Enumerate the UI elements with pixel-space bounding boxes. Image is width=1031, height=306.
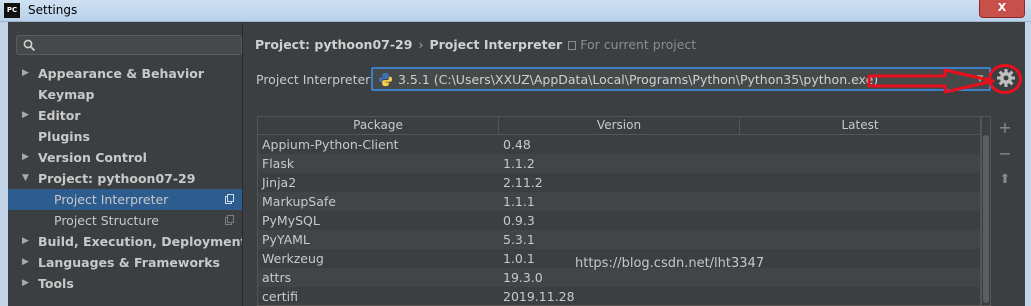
scrollbar-thumb[interactable] (983, 135, 989, 303)
window-title-bar: PC Settings X (0, 0, 1031, 22)
settings-search-input[interactable] (16, 35, 242, 55)
sidebar-item-languages-frameworks[interactable]: ▶ Languages & Frameworks (8, 252, 242, 273)
breadcrumb-page: Project Interpreter (429, 37, 563, 52)
interpreter-value: 3.5.1 (C:\Users\XXUZ\AppData\Local\Progr… (398, 72, 879, 87)
sidebar-item-label: Tools (38, 276, 74, 291)
table-row[interactable]: Appium-Python-Client 0.48 (258, 135, 980, 154)
package-name: MarkupSafe (262, 194, 336, 209)
column-header-package[interactable]: Package (258, 117, 499, 134)
package-name: attrs (262, 270, 292, 285)
watermark-text: https://blog.csdn.net/lht3347 (575, 256, 765, 271)
package-version: 5.3.1 (503, 232, 535, 247)
sidebar-item-label: Project Structure (54, 213, 159, 228)
upgrade-package-button[interactable]: ⬆ (997, 172, 1013, 188)
sidebar-item-label: Languages & Frameworks (38, 255, 220, 270)
window-frame-left (0, 22, 8, 306)
python-icon (378, 72, 393, 87)
sidebar-item-version-control[interactable]: ▶ Version Control (8, 147, 242, 168)
annotation-circle (988, 64, 1022, 94)
scope-note: For current project (568, 37, 696, 52)
package-version: 0.48 (503, 137, 531, 152)
expand-arrow-icon: ▶ (22, 236, 29, 246)
packages-table: Package Version Latest Appium-Python-Cli… (257, 116, 981, 306)
package-version: 19.3.0 (503, 270, 543, 285)
breadcrumb-separator: › (418, 37, 424, 52)
package-version: 2.11.2 (503, 175, 543, 190)
table-row[interactable]: certifi 2019.11.28 (258, 287, 980, 306)
window-close-button[interactable]: X (979, 0, 1025, 18)
interpreter-label: Project Interpreter: (256, 72, 375, 87)
sidebar-item-keymap[interactable]: Keymap (8, 84, 242, 105)
collapse-arrow-icon: ▼ (22, 173, 29, 183)
sidebar-item-label: Plugins (38, 129, 90, 144)
package-version: 2019.11.28 (503, 289, 575, 304)
expand-arrow-icon: ▶ (22, 68, 29, 78)
breadcrumb: Project: pythoon07-29 › Project Interprete… (255, 37, 696, 52)
package-version: 0.9.3 (503, 213, 535, 228)
settings-sidebar: ▶ Appearance & Behavior Keymap ▶ Editor … (8, 22, 246, 306)
window-frame-right (1025, 22, 1031, 306)
table-row[interactable]: PyMySQL 0.9.3 (258, 211, 980, 230)
sidebar-item-tools[interactable]: ▶ Tools (8, 273, 242, 294)
sidebar-item-label: Editor (38, 108, 81, 123)
search-icon (23, 39, 36, 52)
package-name: PyYAML (262, 232, 310, 247)
project-scope-icon (225, 215, 234, 225)
sidebar-item-build-execution-deployment[interactable]: ▶ Build, Execution, Deployment (8, 231, 246, 252)
expand-arrow-icon: ▶ (22, 257, 29, 267)
package-version: 1.1.1 (503, 194, 535, 209)
remove-package-button[interactable]: − (997, 146, 1013, 162)
sidebar-item-project-structure[interactable]: Project Structure (8, 210, 242, 231)
package-name: Jinja2 (262, 175, 297, 190)
project-scope-icon (568, 41, 577, 50)
sidebar-item-label: Project: pythoon07-29 (38, 171, 196, 186)
expand-arrow-icon: ▶ (22, 278, 29, 288)
package-version: 1.0.1 (503, 251, 535, 266)
pycharm-app-icon: PC (4, 3, 20, 18)
expand-arrow-icon: ▶ (22, 152, 29, 162)
window-title: Settings (28, 3, 78, 17)
breadcrumb-project: Project: pythoon07-29 (255, 37, 413, 52)
sidebar-item-project[interactable]: ▼ Project: pythoon07-29 (8, 168, 242, 189)
add-package-button[interactable]: + (997, 120, 1013, 136)
scope-note-text: For current project (580, 37, 697, 52)
table-row[interactable]: Flask 1.1.2 (258, 154, 980, 173)
package-name: PyMySQL (262, 213, 320, 228)
sidebar-item-label: Version Control (38, 150, 147, 165)
table-row[interactable]: MarkupSafe 1.1.1 (258, 192, 980, 211)
sidebar-item-label: Appearance & Behavior (38, 66, 204, 81)
table-header: Package Version Latest (258, 117, 980, 135)
sidebar-item-plugins[interactable]: Plugins (8, 126, 242, 147)
package-name: Appium-Python-Client (262, 137, 399, 152)
project-scope-icon (225, 194, 234, 204)
package-name: Flask (262, 156, 295, 171)
sidebar-item-appearance-behavior[interactable]: ▶ Appearance & Behavior (8, 63, 242, 84)
sidebar-item-project-interpreter[interactable]: Project Interpreter (8, 189, 242, 210)
sidebar-item-label: Build, Execution, Deployment (38, 234, 247, 249)
package-version: 1.1.2 (503, 156, 535, 171)
annotation-arrow-icon (867, 68, 995, 94)
sidebar-item-label: Project Interpreter (54, 192, 169, 207)
package-name: Werkzeug (262, 251, 324, 266)
sidebar-item-editor[interactable]: ▶ Editor (8, 105, 242, 126)
expand-arrow-icon: ▶ (22, 110, 29, 120)
column-header-version[interactable]: Version (499, 117, 740, 134)
table-row[interactable]: PyYAML 5.3.1 (258, 230, 980, 249)
column-header-latest[interactable]: Latest (740, 117, 980, 134)
package-name: certifi (262, 289, 298, 304)
table-row[interactable]: Jinja2 2.11.2 (258, 173, 980, 192)
sidebar-item-label: Keymap (38, 87, 95, 102)
table-scrollbar[interactable] (981, 116, 991, 306)
